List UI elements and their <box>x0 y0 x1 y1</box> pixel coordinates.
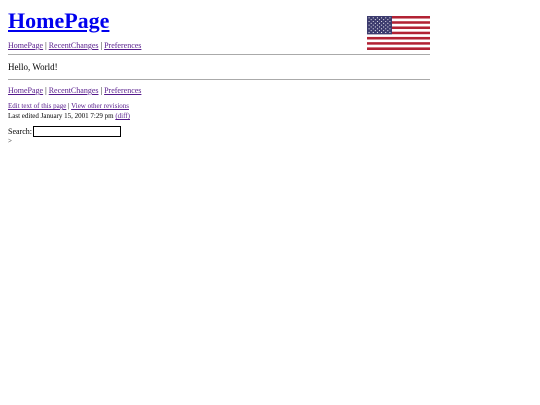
flag-star <box>385 24 387 26</box>
nav-separator: | <box>100 86 103 95</box>
flag-star <box>376 17 378 19</box>
flag-star <box>370 22 372 24</box>
edit-page-link[interactable]: Edit text of this page <box>8 102 66 110</box>
flag-star <box>370 26 372 28</box>
nav-link-preferences[interactable]: Preferences <box>104 41 141 50</box>
page-body-text: Hello, World! <box>8 62 58 72</box>
flag-star <box>383 26 385 28</box>
nav-separator: | <box>45 41 47 50</box>
wiki-page: HomePage HomePage | RecentChanges | Pref… <box>0 0 540 405</box>
flag-stripe <box>367 44 430 48</box>
flag-star <box>372 31 374 34</box>
top-divider <box>8 54 430 55</box>
flag-star <box>370 19 372 21</box>
flag-star <box>378 26 381 28</box>
nav-link-recent-changes[interactable]: RecentChanges <box>49 41 99 50</box>
flag-star <box>372 24 374 26</box>
flag-star <box>370 30 372 32</box>
flag-canton <box>367 16 392 35</box>
nav-link-homepage[interactable]: HomePage <box>8 41 43 50</box>
bottom-nav-link-homepage[interactable]: HomePage <box>8 86 43 95</box>
flag-star <box>383 30 385 32</box>
flag-star <box>385 20 387 23</box>
flag-star <box>389 28 391 30</box>
flag-star <box>376 31 378 34</box>
flag-star <box>385 31 387 34</box>
nav-separator: | <box>100 41 103 50</box>
flag-star <box>383 22 385 24</box>
bottom-nav: HomePage | RecentChanges | Preferences <box>8 85 430 96</box>
bottom-nav-link-preferences[interactable]: Preferences <box>104 86 141 95</box>
flag-star <box>368 24 370 26</box>
flag-stripe <box>367 47 430 50</box>
gt-marker: > <box>8 137 12 145</box>
flag-star <box>387 30 389 32</box>
flag-star <box>387 26 389 28</box>
flag-star <box>389 20 391 23</box>
flag-star <box>381 24 383 26</box>
flag-star <box>381 31 383 34</box>
nav-separator: | <box>45 86 47 95</box>
flag-star <box>381 17 383 19</box>
flag-star <box>372 20 374 23</box>
flag-star <box>372 17 374 19</box>
flag-star <box>381 28 383 30</box>
flag-star <box>376 24 378 26</box>
search-input[interactable] <box>33 126 121 137</box>
flag-star <box>389 31 391 34</box>
flag-stripe <box>367 42 430 45</box>
edit-separator: | <box>68 102 70 110</box>
flag-stripe <box>367 36 430 40</box>
flag-star <box>389 24 391 26</box>
view-revisions-link[interactable]: View other revisions <box>71 102 129 110</box>
flag-star <box>381 20 383 23</box>
us-flag-icon[interactable] <box>367 16 430 50</box>
flag-star <box>372 28 374 30</box>
flag-star <box>389 17 391 19</box>
flag-stripe <box>367 39 430 43</box>
flag-star <box>387 22 389 24</box>
flag-star <box>368 20 370 23</box>
flag-star <box>385 28 387 30</box>
search-row: Search: <box>8 126 430 137</box>
flag-star <box>368 28 370 30</box>
flag-star <box>378 19 381 21</box>
flag-star <box>383 19 385 21</box>
edit-links: Edit text of this page | View other revi… <box>8 101 430 111</box>
diff-link[interactable]: (diff) <box>115 112 130 120</box>
page-title-link[interactable]: HomePage <box>8 8 109 33</box>
flag-star <box>374 22 376 24</box>
bottom-nav-link-recent-changes[interactable]: RecentChanges <box>49 86 99 95</box>
flag-star <box>374 26 376 28</box>
search-label: Search: <box>8 127 32 136</box>
flag-star <box>376 28 378 30</box>
flag-star <box>387 19 389 21</box>
flag-star <box>368 31 370 34</box>
flag-star <box>374 30 376 32</box>
flag-stripe <box>367 34 430 37</box>
flag-star <box>378 30 381 32</box>
flag-star <box>374 19 376 21</box>
flag-star <box>376 20 378 23</box>
flag-star <box>378 22 381 24</box>
last-edited-line: Last edited January 15, 2001 7:29 pm (di… <box>8 111 430 121</box>
bottom-divider <box>8 79 430 80</box>
last-edited-text: Last edited January 15, 2001 7:29 pm <box>8 112 114 120</box>
flag-star <box>385 17 387 19</box>
flag-star <box>368 17 370 19</box>
